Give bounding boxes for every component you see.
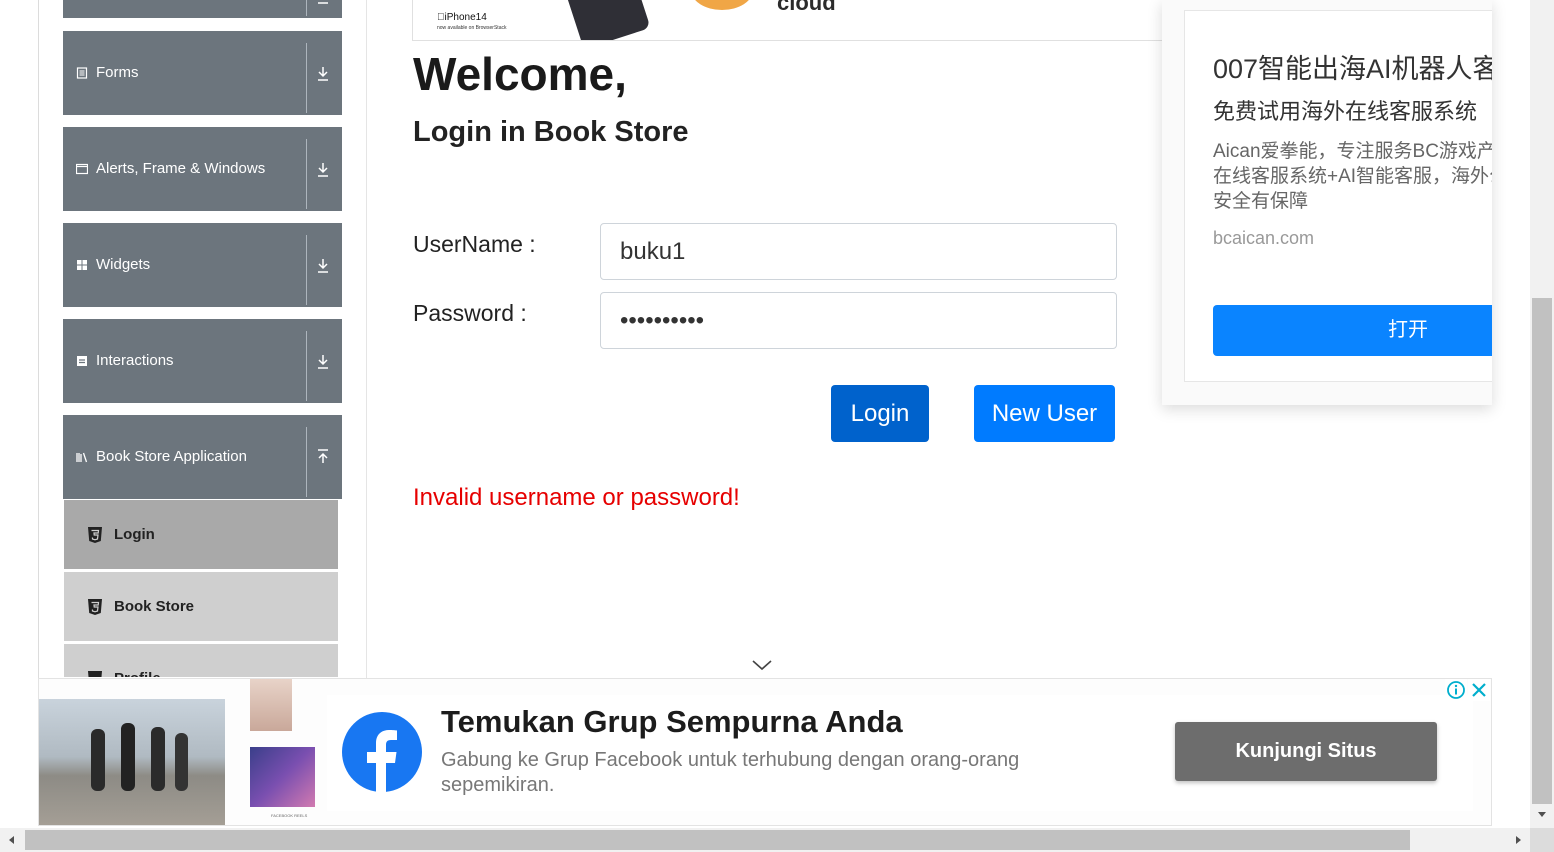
group-separator xyxy=(306,235,307,305)
expand-arrow-icon xyxy=(318,0,328,4)
books-icon xyxy=(76,452,88,463)
dancer-figure xyxy=(175,733,188,791)
sidebar-group-label: Widgets xyxy=(96,256,151,273)
ad-product-caption: now available on BrowserStack xyxy=(437,25,507,31)
facebook-icon xyxy=(342,712,422,792)
collapse-arrow-icon xyxy=(318,449,328,463)
bottom-ad-cta-button[interactable]: Kunjungi Situs xyxy=(1175,722,1437,781)
scroll-left-arrow-icon[interactable] xyxy=(6,834,18,846)
expand-arrow-icon xyxy=(318,67,328,81)
error-message: Invalid username or password! xyxy=(413,484,740,511)
sidebar-item-book-store[interactable]: Book Store xyxy=(64,572,338,642)
widgets-grid-icon xyxy=(77,260,87,270)
right-ad-desc-line: 安全有保障 xyxy=(1213,191,1309,212)
sidebar-group-widgets[interactable]: Widgets xyxy=(63,223,342,307)
vertical-scrollbar-thumb[interactable] xyxy=(1532,298,1552,804)
left-border xyxy=(38,0,39,678)
dancer-figure xyxy=(151,727,165,791)
group-separator xyxy=(306,427,307,497)
sidebar-group-label: Interactions xyxy=(96,352,174,369)
bottom-ad-description: Gabung ke Grup Facebook untuk terhubung … xyxy=(441,749,1020,796)
right-ad-domain: bcaican.com xyxy=(1213,228,1315,248)
content-border xyxy=(366,0,367,678)
password-label: Password : xyxy=(413,300,527,326)
expand-arrow-icon xyxy=(318,355,328,369)
ad-dance-image xyxy=(39,699,225,825)
ad-product-label: iPhone14 xyxy=(437,12,487,23)
right-ad-title: 007智能出海AI机器人客服 xyxy=(1213,54,1492,84)
sidebar-item-profile[interactable]: Profile xyxy=(64,644,338,678)
group-separator xyxy=(306,43,307,113)
interactions-icon xyxy=(77,356,87,366)
right-ad[interactable]: 007智能出海AI机器人客服 免费试用海外在线客服系统 Aican爱拳能，专注服… xyxy=(1162,0,1492,405)
scrollbar-corner xyxy=(1530,828,1554,852)
sidebar-item-label: Profile xyxy=(114,670,161,677)
close-icon[interactable] xyxy=(1468,679,1490,701)
expand-arrow-icon xyxy=(318,259,328,273)
sidebar-item-login[interactable]: Login xyxy=(64,500,338,570)
page-subtitle: Login in Book Store xyxy=(413,116,689,148)
login-button[interactable]: Login xyxy=(831,385,929,442)
sidebar-item-label: Login xyxy=(114,526,155,543)
html5-icon xyxy=(88,599,102,615)
phone-image xyxy=(565,0,651,40)
right-ad-open-label: 打开 xyxy=(1388,319,1428,341)
bottom-ad-title: Temukan Grup Sempurna Anda xyxy=(441,704,903,739)
sidebar-group-label: Forms xyxy=(96,64,139,81)
sidebar-group-alerts[interactable]: Alerts, Frame & Windows xyxy=(63,127,342,211)
password-input[interactable]: •••••••••• xyxy=(600,292,1117,349)
group-separator xyxy=(306,139,307,209)
sidebar-group-label: Alerts, Frame & Windows xyxy=(96,160,266,177)
page-title: Welcome, xyxy=(413,48,627,100)
sidebar-group-interactions[interactable]: Interactions xyxy=(63,319,342,403)
sidebar-group-book-store-application[interactable]: Book Store Application xyxy=(63,415,342,499)
dancer-figure xyxy=(91,729,105,791)
ad-thumb-caption: FACEBOOK REELS xyxy=(271,813,308,818)
scroll-right-arrow-icon[interactable] xyxy=(1512,834,1524,846)
html5-icon xyxy=(88,527,102,543)
horizontal-scrollbar-thumb[interactable] xyxy=(25,830,1410,850)
right-ad-subtitle: 免费试用海外在线客服系统 xyxy=(1213,99,1478,124)
right-ad-desc-line: Aican爱拳能，专注服务BC游戏产业， xyxy=(1213,141,1492,162)
ad-thumb-image xyxy=(250,679,292,731)
new-user-button[interactable]: New User xyxy=(974,385,1115,442)
chevron-down-icon[interactable] xyxy=(751,658,773,672)
top-ad-banner[interactable]: iPhone14 now available on BrowserStack … xyxy=(412,0,1182,41)
sidebar-group-elements[interactable] xyxy=(63,0,342,18)
html5-icon xyxy=(88,671,102,677)
dancer-figure xyxy=(121,723,135,791)
right-ad-desc-line: 在线客服系统+AI智能客服，海外公司 xyxy=(1213,166,1492,187)
group-separator xyxy=(306,0,307,16)
username-input[interactable]: buku1 xyxy=(600,223,1117,280)
adchoices-info-icon[interactable] xyxy=(1445,679,1467,701)
window-icon xyxy=(76,163,88,175)
right-ad-open-button[interactable]: 打开 xyxy=(1213,305,1492,356)
username-label: UserName : xyxy=(413,231,536,257)
ad-word: cloud xyxy=(777,0,836,15)
sidebar-item-label: Book Store xyxy=(114,598,195,615)
ad-thumb-image xyxy=(250,747,315,807)
expand-arrow-icon xyxy=(318,163,328,177)
document-icon xyxy=(76,67,88,79)
ad-panel xyxy=(668,0,1181,40)
group-separator xyxy=(306,331,307,401)
scroll-down-arrow-icon[interactable] xyxy=(1536,808,1548,820)
sidebar-group-label: Book Store Application xyxy=(96,448,247,465)
sidebar-group-forms[interactable]: Forms xyxy=(63,31,342,115)
